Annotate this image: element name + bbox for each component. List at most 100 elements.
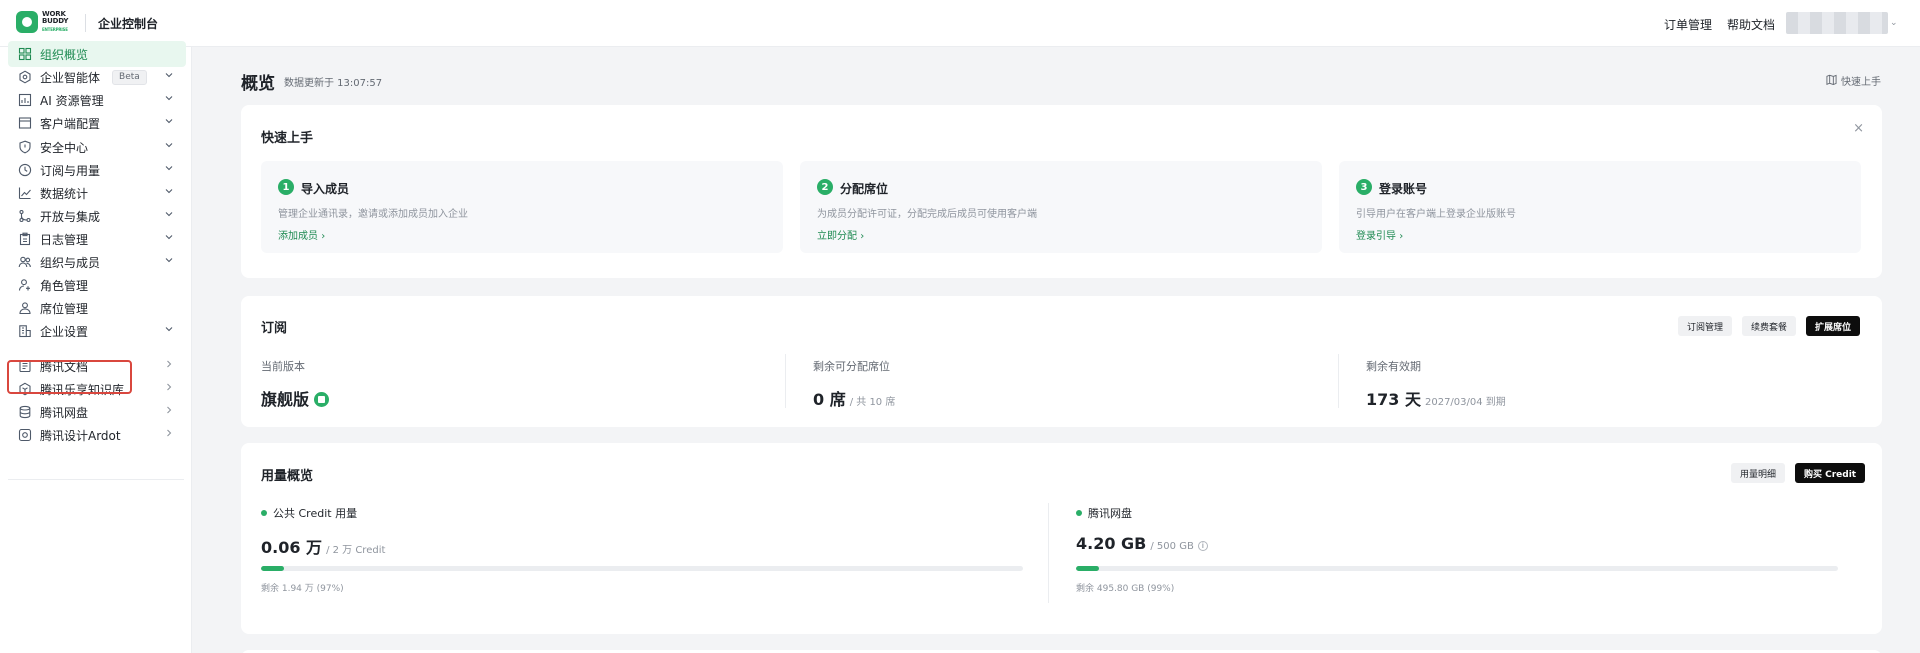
chevron-down-icon[interactable] bbox=[164, 163, 174, 173]
credit-usage-value: 0.06 万/ 2 万 Credit bbox=[261, 534, 385, 558]
disk-remaining: 剩余 495.80 GB (99%) bbox=[1076, 584, 1175, 594]
stat-divider bbox=[1338, 354, 1339, 408]
usage-divider bbox=[1048, 503, 1049, 603]
quick-start-link[interactable]: 快速上手 bbox=[1826, 73, 1881, 88]
sidebar-item-label: 腾讯设计Ardot bbox=[40, 428, 121, 443]
status-dot bbox=[1076, 510, 1082, 516]
subscription-title: 订阅 bbox=[261, 321, 288, 336]
login-guide-link-label: 登录引导 bbox=[1356, 231, 1396, 242]
sidebar-item-label: 组织概览 bbox=[40, 47, 89, 62]
branch-icon bbox=[18, 209, 32, 223]
usage-title: 用量概览 bbox=[261, 469, 314, 484]
shield-icon bbox=[18, 140, 32, 154]
step-title: 登录账号 bbox=[1379, 182, 1428, 196]
chevron-down-icon[interactable] bbox=[164, 93, 174, 103]
beta-badge: Beta bbox=[112, 69, 147, 85]
credit-usage-label-text: 公共 Credit 用量 bbox=[273, 507, 358, 520]
help-docs-link[interactable]: 帮助文档 bbox=[1727, 16, 1775, 33]
chevron-right-icon[interactable] bbox=[164, 428, 174, 438]
seats-total: / 共 10 席 bbox=[849, 397, 896, 408]
sidebar-item-label: 企业设置 bbox=[40, 324, 89, 339]
disk-value-text: 4.20 GB bbox=[1076, 534, 1147, 553]
info-icon[interactable]: i bbox=[1197, 541, 1208, 551]
order-management-link[interactable]: 订单管理 bbox=[1664, 16, 1712, 33]
sidebar-item-label: 开放与集成 bbox=[40, 209, 101, 224]
chevron-down-icon[interactable] bbox=[164, 232, 174, 242]
seats-label: 剩余可分配席位 bbox=[813, 360, 890, 373]
chevron-right-icon[interactable] bbox=[164, 405, 174, 415]
update-time: 数据更新于 13:07:57 bbox=[284, 78, 383, 89]
sidebar-item-label: 订阅与用量 bbox=[40, 163, 101, 178]
workbuddy-logo[interactable]: WORK BUDDY ENTERPRISE bbox=[16, 11, 78, 33]
quick-start-step-2: 2 分配席位 为成员分配许可证，分配完成后成员可使用客户端 立即分配 › bbox=[800, 161, 1322, 253]
chevron-down-icon[interactable] bbox=[164, 140, 174, 150]
chevron-right-icon[interactable] bbox=[164, 359, 174, 369]
console-title: 企业控制台 bbox=[98, 17, 159, 31]
close-icon[interactable]: × bbox=[1853, 121, 1864, 136]
page-title: 概览 bbox=[241, 74, 275, 94]
chevron-down-icon[interactable] bbox=[164, 186, 174, 196]
user-settings-icon bbox=[18, 278, 32, 292]
chevron-right-icon: › bbox=[1399, 231, 1404, 242]
chevron-down-icon[interactable] bbox=[164, 116, 174, 126]
validity-value-text: 173 天 bbox=[1366, 390, 1421, 409]
credit-value-text: 0.06 万 bbox=[261, 538, 323, 557]
edition-label: 当前版本 bbox=[261, 360, 305, 373]
credit-usage-label: 公共 Credit 用量 bbox=[261, 505, 357, 521]
disk-progress-bar bbox=[1076, 566, 1838, 571]
disk-progress-fill bbox=[1076, 566, 1099, 571]
chevron-down-icon[interactable] bbox=[164, 209, 174, 219]
chevron-down-icon[interactable] bbox=[164, 255, 174, 265]
buy-credit-button[interactable]: 购买 Credit bbox=[1795, 463, 1866, 483]
step-description: 管理企业通讯录，邀请或添加成员加入企业 bbox=[278, 209, 468, 220]
sidebar-item[interactable]: 客户端配置 bbox=[8, 110, 186, 136]
disk-usage-value: 4.20 GB/ 500 GB i bbox=[1076, 534, 1208, 553]
sidebar-divider bbox=[8, 479, 184, 480]
expand-seats-button[interactable]: 扩展席位 bbox=[1806, 316, 1861, 336]
chevron-down-icon[interactable] bbox=[164, 70, 174, 80]
quick-start-step-3: 3 登录账号 引导用户在客户端上登录企业版账号 登录引导 › bbox=[1339, 161, 1861, 253]
disk-total: / 500 GB bbox=[1150, 541, 1194, 552]
logo-divider bbox=[85, 14, 86, 32]
logo-wordmark: WORK BUDDY ENTERPRISE bbox=[42, 11, 78, 33]
sidebar-item[interactable]: 企业设置 bbox=[8, 318, 186, 344]
building-settings-icon bbox=[18, 324, 32, 338]
design-icon bbox=[18, 428, 32, 442]
top-bar: WORK BUDDY ENTERPRISE 企业控制台 订单管理 帮助文档 ⌄ bbox=[0, 0, 1920, 47]
edition-value-text: 旗舰版 bbox=[261, 390, 310, 409]
step-title: 导入成员 bbox=[301, 182, 350, 196]
validity-value: 173 天 2027/03/04 到期 bbox=[1366, 386, 1506, 410]
line-chart-icon bbox=[18, 186, 32, 200]
sidebar-item-label: 安全中心 bbox=[40, 140, 89, 155]
step-title: 分配席位 bbox=[840, 182, 889, 196]
sidebar-item[interactable]: 腾讯设计Ardot bbox=[8, 422, 186, 448]
disk-usage-label: 腾讯网盘 bbox=[1076, 505, 1132, 521]
usage-detail-button[interactable]: 用量明细 bbox=[1731, 463, 1786, 483]
sidebar-item-label: 组织与成员 bbox=[40, 255, 101, 270]
logo-sub: ENTERPRISE bbox=[42, 27, 68, 32]
window-icon bbox=[18, 116, 32, 130]
sidebar-item-label: 日志管理 bbox=[40, 232, 89, 247]
renew-plan-button[interactable]: 续费套餐 bbox=[1742, 316, 1797, 336]
usage-card: 用量概览 用量明细 购买 Credit 公共 Credit 用量 0.06 万 /… bbox=[241, 443, 1882, 634]
assign-seat-link[interactable]: 立即分配 › bbox=[817, 227, 864, 242]
map-icon bbox=[1826, 74, 1837, 88]
subscription-management-button[interactable]: 订阅管理 bbox=[1678, 316, 1733, 336]
chevron-down-icon[interactable]: ⌄ bbox=[1890, 18, 1898, 28]
sidebar-item-label: 数据统计 bbox=[40, 186, 89, 201]
disk-usage-label-text: 腾讯网盘 bbox=[1088, 507, 1132, 520]
image-chart-icon bbox=[18, 93, 32, 107]
validity-label: 剩余有效期 bbox=[1366, 360, 1421, 373]
login-guide-link[interactable]: 登录引导 › bbox=[1356, 227, 1403, 242]
subscription-card: 订阅 订阅管理 续费套餐 扩展席位 当前版本 旗舰版 剩余可分配席位 0 席 / … bbox=[241, 296, 1882, 427]
quick-start-card: 快速上手 × 1 导入成员 管理企业通讯录，邀请或添加成员加入企业 添加成员 ›… bbox=[241, 105, 1882, 278]
chevron-down-icon[interactable] bbox=[164, 324, 174, 334]
sidebar-item-label: 客户端配置 bbox=[40, 116, 101, 131]
clock-icon bbox=[18, 163, 32, 177]
sidebar-item-label: 席位管理 bbox=[40, 301, 89, 316]
grid-icon bbox=[18, 47, 32, 61]
add-member-link[interactable]: 添加成员 › bbox=[278, 227, 325, 242]
chevron-right-icon[interactable] bbox=[164, 382, 174, 392]
user-account-avatar[interactable] bbox=[1786, 12, 1888, 34]
sidebar-item-label: 角色管理 bbox=[40, 278, 89, 293]
